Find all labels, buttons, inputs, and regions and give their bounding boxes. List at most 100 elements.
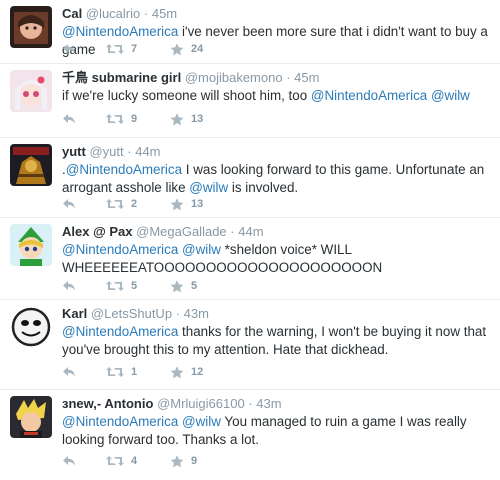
tweet-header: Karl @LetsShutUp · 43m [62, 305, 490, 322]
retweet-count: 9 [131, 113, 138, 125]
tweet-text: if we're lucky someone will shoot him, t… [62, 87, 490, 105]
user-handle[interactable]: @Mrluigi66100 [157, 396, 245, 411]
reply-button[interactable] [62, 280, 106, 292]
reply-icon [62, 366, 76, 378]
favorite-count: 12 [191, 366, 204, 378]
favorite-button[interactable]: 5 [170, 279, 234, 293]
mention-link[interactable]: @NintendoAmerica [62, 414, 178, 429]
avatar[interactable] [10, 396, 52, 438]
mention-link[interactable]: @wilw [431, 88, 470, 103]
reply-icon [62, 280, 76, 292]
retweet-icon [106, 366, 124, 378]
separator-dot: · [248, 396, 253, 411]
mention-link[interactable]: @NintendoAmerica [311, 88, 427, 103]
retweet-count: 1 [131, 366, 138, 378]
tweet: Alex @ Pax @MegaGallade · 44m @NintendoA… [0, 218, 500, 300]
retweet-button[interactable]: 5 [106, 280, 170, 292]
avatar[interactable] [10, 306, 52, 348]
user-name[interactable]: ɜnew,- Antonio [62, 396, 153, 411]
reply-icon [62, 43, 76, 55]
user-name[interactable]: Karl [62, 306, 87, 321]
tweet-header: Alex @ Pax @MegaGallade · 44m [62, 223, 490, 240]
star-icon [170, 42, 184, 56]
user-handle[interactable]: @MegaGallade [136, 224, 227, 239]
timestamp[interactable]: 44m [238, 224, 263, 239]
retweet-button[interactable]: 7 [106, 43, 170, 55]
timestamp[interactable]: 45m [294, 70, 319, 85]
retweet-button[interactable]: 4 [106, 455, 170, 467]
separator-dot: · [230, 224, 235, 239]
tweet-actions: 1 12 [62, 364, 490, 380]
reply-button[interactable] [62, 455, 106, 467]
user-handle[interactable]: @LetsShutUp [91, 306, 172, 321]
user-handle[interactable]: @mojibakemono [185, 70, 283, 85]
user-name[interactable]: Alex @ Pax [62, 224, 133, 239]
text-fragment: if we're lucky someone will shoot him, t… [62, 88, 311, 103]
favorite-button[interactable]: 9 [170, 454, 234, 468]
mention-link[interactable]: @wilw [182, 242, 221, 257]
retweet-button[interactable]: 9 [106, 113, 170, 125]
retweet-icon [106, 198, 124, 210]
tweet: yutt @yutt · 44m .@NintendoAmerica I was… [0, 138, 500, 218]
timestamp[interactable]: 44m [135, 144, 160, 159]
separator-dot: · [127, 144, 132, 159]
retweet-button[interactable]: 2 [106, 198, 170, 210]
avatar[interactable] [10, 224, 52, 266]
tweet-header: ɜnew,- Antonio @Mrluigi66100 · 43m [62, 395, 490, 412]
timestamp[interactable]: 43m [256, 396, 281, 411]
favorite-count: 9 [191, 455, 198, 467]
reply-button[interactable] [62, 43, 106, 55]
tweet-text: .@NintendoAmerica I was looking forward … [62, 161, 490, 197]
star-icon [170, 365, 184, 379]
tweet-text: @NintendoAmerica thanks for the warning,… [62, 323, 490, 359]
mention-link[interactable]: @wilw [189, 180, 228, 195]
user-handle[interactable]: @yutt [89, 144, 123, 159]
tweet-header: Cal @lucalrio · 45m [62, 5, 490, 22]
separator-dot: · [286, 70, 291, 85]
favorite-count: 13 [191, 113, 204, 125]
tweet: ɜnew,- Antonio @Mrluigi66100 · 43m @Nint… [0, 390, 500, 480]
tweet: Cal @lucalrio · 45m @NintendoAmerica i'v… [0, 0, 500, 64]
tweet-feed: Cal @lucalrio · 45m @NintendoAmerica i'v… [0, 0, 500, 480]
mention-link[interactable]: @NintendoAmerica [62, 324, 178, 339]
retweet-icon [106, 280, 124, 292]
timestamp[interactable]: 43m [184, 306, 209, 321]
user-handle[interactable]: @lucalrio [86, 6, 140, 21]
reply-icon [62, 113, 76, 125]
tweet-actions: 2 13 [62, 196, 490, 212]
retweet-icon [106, 43, 124, 55]
tweet-actions: 7 24 [62, 41, 490, 57]
favorite-button[interactable]: 13 [170, 197, 234, 211]
reply-button[interactable] [62, 113, 106, 125]
favorite-count: 5 [191, 280, 198, 292]
mention-link[interactable]: @wilw [182, 414, 221, 429]
tweet-actions: 4 9 [62, 453, 490, 469]
star-icon [170, 454, 184, 468]
mention-link[interactable]: @NintendoAmerica [62, 24, 178, 39]
reply-button[interactable] [62, 366, 106, 378]
tweet-actions: 9 13 [62, 111, 490, 127]
tweet-header: 千鳥 submarine girl @mojibakemono · 45m [62, 69, 490, 86]
timestamp[interactable]: 45m [152, 6, 177, 21]
reply-button[interactable] [62, 198, 106, 210]
user-name[interactable]: 千鳥 submarine girl [62, 70, 181, 85]
retweet-count: 4 [131, 455, 138, 467]
retweet-button[interactable]: 1 [106, 366, 170, 378]
star-icon [170, 279, 184, 293]
user-name[interactable]: yutt [62, 144, 86, 159]
favorite-button[interactable]: 24 [170, 42, 234, 56]
retweet-icon [106, 113, 124, 125]
reply-icon [62, 455, 76, 467]
user-name[interactable]: Cal [62, 6, 82, 21]
separator-dot: · [175, 306, 181, 321]
mention-link[interactable]: @NintendoAmerica [66, 162, 182, 177]
avatar[interactable] [10, 6, 52, 48]
favorite-button[interactable]: 12 [170, 365, 234, 379]
avatar[interactable] [10, 144, 52, 186]
tweet-text: @NintendoAmerica @wilw *sheldon voice* W… [62, 241, 490, 277]
mention-link[interactable]: @NintendoAmerica [62, 242, 178, 257]
retweet-icon [106, 455, 124, 467]
avatar[interactable] [10, 70, 52, 112]
favorite-button[interactable]: 13 [170, 112, 234, 126]
retweet-count: 7 [131, 43, 138, 55]
